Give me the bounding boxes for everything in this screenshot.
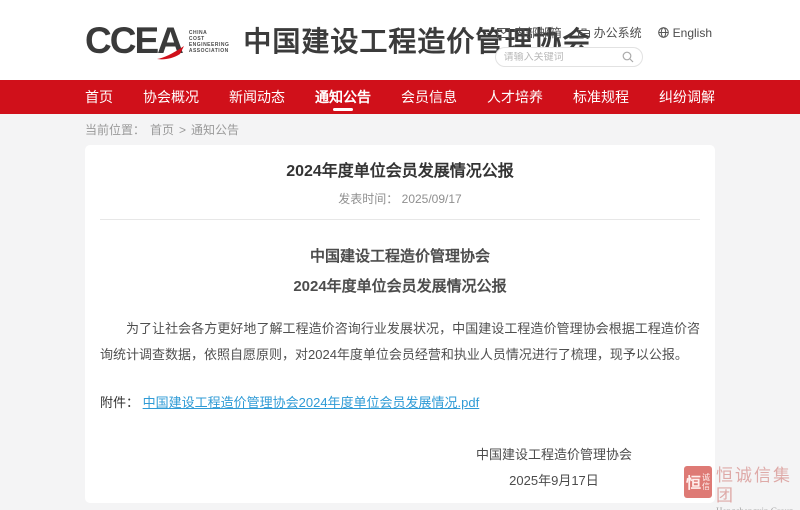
search-box xyxy=(495,47,643,67)
globe-icon xyxy=(658,27,669,38)
nav-item-members[interactable]: 会员信息 xyxy=(401,80,457,114)
doc-heading-org: 中国建设工程造价管理协会 xyxy=(100,246,700,268)
stamp-char: 诚 xyxy=(702,473,710,482)
attachment-pdf-link[interactable]: 中国建设工程造价管理协会2024年度单位会员发展情况.pdf xyxy=(143,395,480,410)
doc-paragraph: 为了让社会各方更好地了解工程造价咨询行业发展状况，中国建设工程造价管理协会根据工… xyxy=(100,316,700,368)
ccea-logo-acronym: CCEA xyxy=(85,22,182,59)
breadcrumb: 当前位置： 首页 > 通知公告 xyxy=(0,114,800,145)
top-header: CCEA CHINA COST ENGINEERING ASSOCIATION … xyxy=(0,0,800,80)
internal-mail-link[interactable]: 内部邮箱 xyxy=(497,24,562,41)
office-icon xyxy=(578,28,590,38)
breadcrumb-home-link[interactable]: 首页 xyxy=(150,121,174,138)
header-utilities: 内部邮箱 办公系统 English xyxy=(495,24,712,67)
search-icon xyxy=(622,51,634,63)
title-divider xyxy=(100,219,700,220)
stamp-char: 恒 xyxy=(686,472,701,493)
nav-item-news[interactable]: 新闻动态 xyxy=(229,80,285,114)
hengchengxin-watermark: 恒 诚 信 恒诚信集团 Hengchengxin Group xyxy=(684,466,800,510)
signature-block: 中国建设工程造价管理协会 2025年9月17日 xyxy=(476,442,632,494)
search-input[interactable] xyxy=(504,52,622,63)
nav-item-training[interactable]: 人才培养 xyxy=(487,80,543,114)
office-system-label: 办公系统 xyxy=(594,24,642,41)
main-nav: 首页 协会概况 新闻动态 通知公告 会员信息 人才培养 标准规程 纠纷调解 xyxy=(0,80,800,114)
nav-item-about[interactable]: 协会概况 xyxy=(143,80,199,114)
signature-date: 2025年9月17日 xyxy=(476,468,632,494)
publish-label: 发表时间： xyxy=(338,192,398,206)
breadcrumb-current-link[interactable]: 通知公告 xyxy=(191,121,239,138)
article-publish-meta: 发表时间： 2025/09/17 xyxy=(100,192,700,206)
search-button[interactable] xyxy=(622,51,634,63)
logo-subtext-line: ASSOCIATION xyxy=(189,48,230,54)
office-system-link[interactable]: 办公系统 xyxy=(578,24,642,41)
hengchengxin-stamp-icon: 恒 诚 信 xyxy=(684,466,712,498)
watermark-text: 恒诚信集团 Hengchengxin Group xyxy=(716,466,800,510)
nav-item-home[interactable]: 首页 xyxy=(85,80,113,114)
signature-org: 中国建设工程造价管理协会 xyxy=(476,442,632,468)
stamp-char: 信 xyxy=(702,482,710,491)
watermark-name-en: Hengchengxin Group xyxy=(716,506,800,510)
publish-date: 2025/09/17 xyxy=(402,192,462,206)
nav-item-dispute[interactable]: 纠纷调解 xyxy=(659,80,715,114)
ccea-logo[interactable]: CCEA CHINA COST ENGINEERING ASSOCIATION xyxy=(85,22,229,59)
quick-links: 内部邮箱 办公系统 English xyxy=(495,24,712,41)
ccea-logo-subtext: CHINA COST ENGINEERING ASSOCIATION xyxy=(189,30,230,54)
english-link[interactable]: English xyxy=(658,26,712,40)
breadcrumb-prefix: 当前位置： xyxy=(85,121,145,138)
nav-item-notices[interactable]: 通知公告 xyxy=(315,80,371,114)
nav-item-standards[interactable]: 标准规程 xyxy=(573,80,629,114)
english-label: English xyxy=(673,26,712,40)
attachment-label: 附件： xyxy=(100,395,139,410)
watermark-name-cn: 恒诚信集团 xyxy=(716,466,800,506)
article-card: 2024年度单位会员发展情况公报 发表时间： 2025/09/17 中国建设工程… xyxy=(85,145,715,503)
mail-icon xyxy=(497,28,510,38)
logo-red-swoosh-icon xyxy=(156,45,186,61)
breadcrumb-separator: > xyxy=(179,123,186,137)
doc-heading-title: 2024年度单位会员发展情况公报 xyxy=(100,276,700,298)
article-title: 2024年度单位会员发展情况公报 xyxy=(100,161,700,183)
attachment-row: 附件： 中国建设工程造价管理协会2024年度单位会员发展情况.pdf xyxy=(100,394,700,412)
internal-mail-label: 内部邮箱 xyxy=(514,24,562,41)
